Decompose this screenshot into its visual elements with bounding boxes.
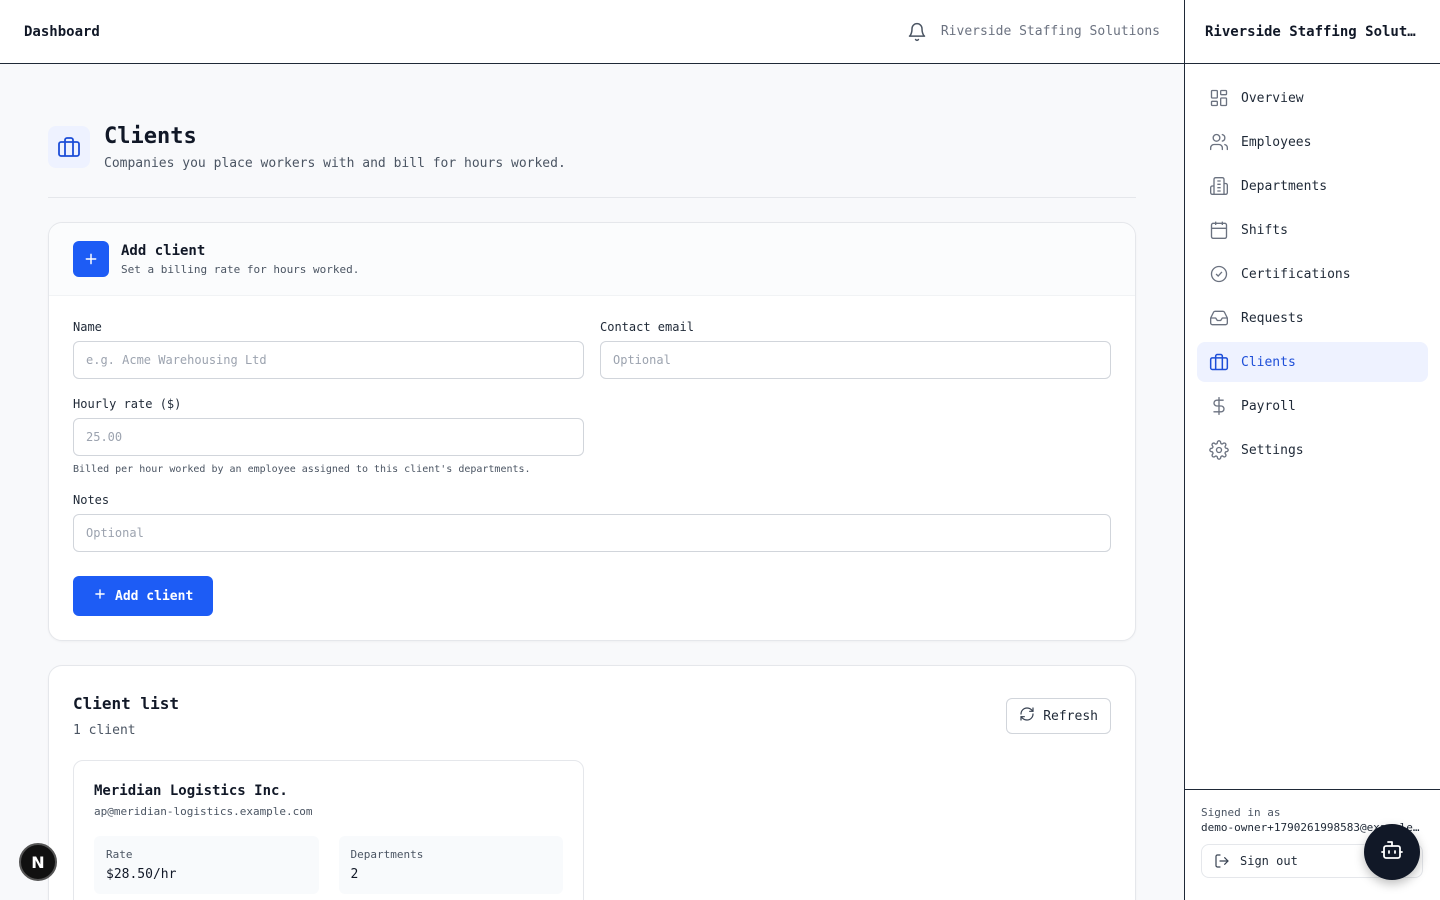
sidebar-item-label: Settings xyxy=(1241,442,1304,458)
add-client-button[interactable]: Add client xyxy=(73,576,214,616)
client-email: ap@meridian-logistics.example.com xyxy=(94,805,313,818)
sidebar-item-label: Overview xyxy=(1241,90,1304,106)
client-list-card: Client list 1 client Refresh Meridian Lo… xyxy=(48,665,1136,900)
notes-input[interactable] xyxy=(73,514,1111,552)
page-title: Clients xyxy=(104,124,197,149)
sidebar-item-label: Requests xyxy=(1241,310,1304,326)
sidebar-item-employees[interactable]: Employees xyxy=(1197,122,1428,162)
add-client-title: Add client xyxy=(121,242,206,259)
client-card[interactable]: Meridian Logistics Inc. ap@meridian-logi… xyxy=(73,760,584,900)
inbox-icon xyxy=(1209,308,1229,328)
sidebar-item-certifications[interactable]: Certifications xyxy=(1197,254,1428,294)
sidebar-item-label: Departments xyxy=(1241,178,1328,194)
client-name: Meridian Logistics Inc. xyxy=(94,783,288,799)
main-content: Clients Companies you place workers with… xyxy=(48,64,1136,900)
building-icon xyxy=(1209,176,1229,196)
sidebar-item-clients[interactable]: Clients xyxy=(1197,342,1428,382)
sidebar-item-label: Clients xyxy=(1241,354,1296,370)
refresh-icon xyxy=(1019,706,1035,726)
rate-value: $28.50/hr xyxy=(106,867,177,882)
departments-value: 2 xyxy=(350,867,359,882)
add-client-form: Name Contact email Hourly rate ($) Bille… xyxy=(49,296,1135,640)
log-out-icon xyxy=(1214,853,1230,869)
users-icon xyxy=(1209,132,1229,152)
org-name: Riverside Staffing Solutions xyxy=(940,24,1160,39)
page-header: Clients Companies you place workers with… xyxy=(48,64,1136,198)
departments-label: Departments xyxy=(350,848,424,861)
plus-icon xyxy=(93,587,107,605)
sidebar-item-departments[interactable]: Departments xyxy=(1197,166,1428,206)
sidebar-nav: Overview Employees Departments Shifts Ce… xyxy=(1185,64,1440,488)
signed-in-label: Signed in as xyxy=(1201,806,1281,819)
hourly-rate-input[interactable] xyxy=(73,418,584,456)
assistant-bot-button[interactable] xyxy=(1364,824,1420,880)
client-count: 1 client xyxy=(73,723,136,738)
name-label: Name xyxy=(73,320,102,334)
hourly-rate-hint: Billed per hour worked by an employee as… xyxy=(73,464,531,475)
plus-icon xyxy=(73,241,109,277)
grid-icon xyxy=(1209,88,1229,108)
client-rate-stat: Rate $28.50/hr xyxy=(94,836,319,894)
refresh-button[interactable]: Refresh xyxy=(1006,698,1111,734)
sidebar-item-label: Shifts xyxy=(1241,222,1288,238)
sidebar-brand: Riverside Staffing Solutions xyxy=(1185,0,1440,64)
check-circle-icon xyxy=(1209,264,1229,284)
briefcase-icon xyxy=(48,126,90,168)
hourly-rate-label: Hourly rate ($) xyxy=(73,397,182,411)
sidebar-item-requests[interactable]: Requests xyxy=(1197,298,1428,338)
top-bar: Dashboard Riverside Staffing Solutions xyxy=(0,0,1184,64)
page-subtitle: Companies you place workers with and bil… xyxy=(104,156,566,171)
refresh-label: Refresh xyxy=(1043,708,1098,724)
add-client-subtitle: Set a billing rate for hours worked. xyxy=(121,262,360,276)
sidebar-item-payroll[interactable]: Payroll xyxy=(1197,386,1428,426)
gear-icon xyxy=(1209,440,1229,460)
contact-email-input[interactable] xyxy=(600,341,1111,379)
sign-out-label: Sign out xyxy=(1240,854,1298,868)
sidebar-item-label: Payroll xyxy=(1241,398,1296,414)
client-departments-stat: Departments 2 xyxy=(338,836,563,894)
add-client-card-header: Add client Set a billing rate for hours … xyxy=(49,223,1135,296)
bell-icon[interactable] xyxy=(907,22,927,42)
sidebar-item-settings[interactable]: Settings xyxy=(1197,430,1428,470)
briefcase-icon xyxy=(1209,352,1229,372)
name-input[interactable] xyxy=(73,341,584,379)
add-client-card: Add client Set a billing rate for hours … xyxy=(48,222,1136,641)
sidebar: Riverside Staffing Solutions Overview Em… xyxy=(1184,0,1440,900)
sidebar-item-label: Employees xyxy=(1241,134,1312,150)
sidebar-item-overview[interactable]: Overview xyxy=(1197,78,1428,118)
dollar-icon xyxy=(1209,396,1229,416)
client-list-title: Client list xyxy=(73,694,179,713)
sidebar-item-label: Certifications xyxy=(1241,266,1351,282)
dev-tools-badge[interactable]: N xyxy=(19,843,57,881)
page-header-title: Dashboard xyxy=(24,23,100,40)
rate-label: Rate xyxy=(106,848,133,861)
bot-icon xyxy=(1380,838,1404,866)
calendar-icon xyxy=(1209,220,1229,240)
sidebar-item-shifts[interactable]: Shifts xyxy=(1197,210,1428,250)
notes-label: Notes xyxy=(73,493,110,507)
add-client-button-label: Add client xyxy=(115,588,194,604)
contact-email-label: Contact email xyxy=(600,320,694,334)
